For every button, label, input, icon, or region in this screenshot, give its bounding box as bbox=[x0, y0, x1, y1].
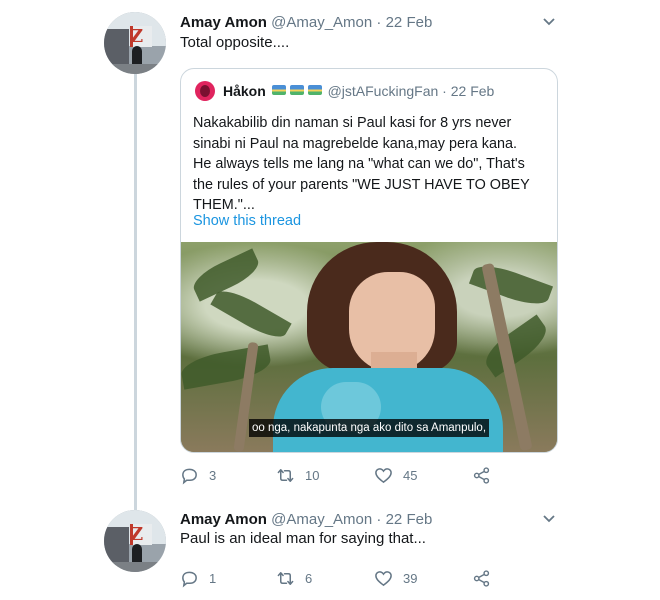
flag-emoji-icon bbox=[289, 85, 304, 95]
like-button[interactable]: 45 bbox=[374, 465, 417, 485]
quoted-tweet-card[interactable]: Håkon @jstAFuckingFan · 22 Feb Nakakabil… bbox=[180, 68, 558, 453]
flag-emoji-icon bbox=[307, 85, 322, 95]
reply-count: 3 bbox=[209, 467, 217, 483]
author-name[interactable]: Amay Amon bbox=[180, 511, 267, 528]
tweet-text: Total opposite.... bbox=[180, 34, 290, 51]
show-thread-link[interactable]: Show this thread bbox=[193, 213, 301, 229]
video-subtitle: oo nga, nakapunta nga ako dito sa Amanpu… bbox=[249, 419, 490, 437]
quoted-tweet-text: Nakakabilib din naman si Paul kasi for 8… bbox=[193, 113, 549, 216]
separator-dot: · bbox=[442, 83, 447, 99]
avatar[interactable]: Z bbox=[104, 510, 166, 572]
tweet-header: Amay Amon @Amay_Amon · 22 Feb bbox=[180, 14, 432, 31]
tweet-actions: 3 10 45 bbox=[180, 465, 510, 485]
quoted-author-handle: @jstAFuckingFan bbox=[327, 83, 439, 99]
retweet-count: 10 bbox=[305, 467, 320, 483]
retweet-button[interactable]: 10 bbox=[276, 465, 319, 485]
tweet-text: Paul is an ideal man for saying that... bbox=[180, 530, 426, 547]
quoted-text-line: sinabi ni Paul na magrebelde kana,may pe… bbox=[193, 135, 517, 152]
retweet-button[interactable]: 6 bbox=[276, 568, 312, 588]
author-handle[interactable]: @Amay_Amon bbox=[271, 511, 372, 528]
share-icon bbox=[473, 466, 490, 484]
reply-icon bbox=[182, 468, 197, 485]
tweet-actions: 1 6 39 bbox=[180, 568, 510, 588]
heart-icon bbox=[375, 467, 392, 483]
quoted-tweet-header: Håkon @jstAFuckingFan · 22 Feb bbox=[223, 83, 494, 99]
retweet-count: 6 bbox=[305, 570, 313, 586]
avatar[interactable]: Z bbox=[104, 12, 166, 74]
like-button[interactable]: 39 bbox=[374, 568, 417, 588]
share-icon bbox=[473, 569, 490, 587]
flag-emoji-icon bbox=[271, 85, 286, 95]
share-button[interactable] bbox=[472, 568, 491, 588]
like-count: 39 bbox=[403, 570, 418, 586]
author-handle[interactable]: @Amay_Amon bbox=[271, 14, 372, 31]
retweet-icon bbox=[277, 468, 294, 482]
quoted-avatar[interactable] bbox=[195, 81, 215, 101]
retweet-icon bbox=[277, 571, 294, 585]
reply-button[interactable]: 3 bbox=[180, 465, 216, 485]
reply-button[interactable]: 1 bbox=[180, 568, 216, 588]
tweet-date[interactable]: 22 Feb bbox=[386, 14, 433, 31]
thread-connector-line bbox=[134, 74, 137, 512]
tweet-header: Amay Amon @Amay_Amon · 22 Feb bbox=[180, 511, 432, 528]
like-count: 45 bbox=[403, 467, 418, 483]
reply-count: 1 bbox=[209, 570, 217, 586]
author-name[interactable]: Amay Amon bbox=[180, 14, 267, 31]
share-button[interactable] bbox=[472, 465, 491, 485]
chevron-down-icon[interactable] bbox=[540, 509, 558, 527]
separator-dot: · bbox=[376, 511, 382, 528]
quoted-author-name: Håkon bbox=[223, 83, 266, 99]
separator-dot: · bbox=[376, 14, 382, 31]
reply-icon bbox=[182, 571, 197, 588]
tweet-date[interactable]: 22 Feb bbox=[386, 511, 433, 528]
quoted-text-line: Nakakabilib din naman si Paul kasi for 8… bbox=[193, 115, 512, 131]
chevron-down-icon[interactable] bbox=[540, 12, 558, 30]
heart-icon bbox=[375, 570, 392, 586]
quoted-text-line: the rules of your parents "WE JUST HAVE … bbox=[193, 176, 530, 193]
video-thumbnail[interactable]: oo nga, nakapunta nga ako dito sa Amanpu… bbox=[181, 242, 557, 452]
quoted-text-line: He always tells me lang na "what can we … bbox=[193, 156, 525, 172]
quoted-tweet-date: 22 Feb bbox=[450, 83, 495, 99]
